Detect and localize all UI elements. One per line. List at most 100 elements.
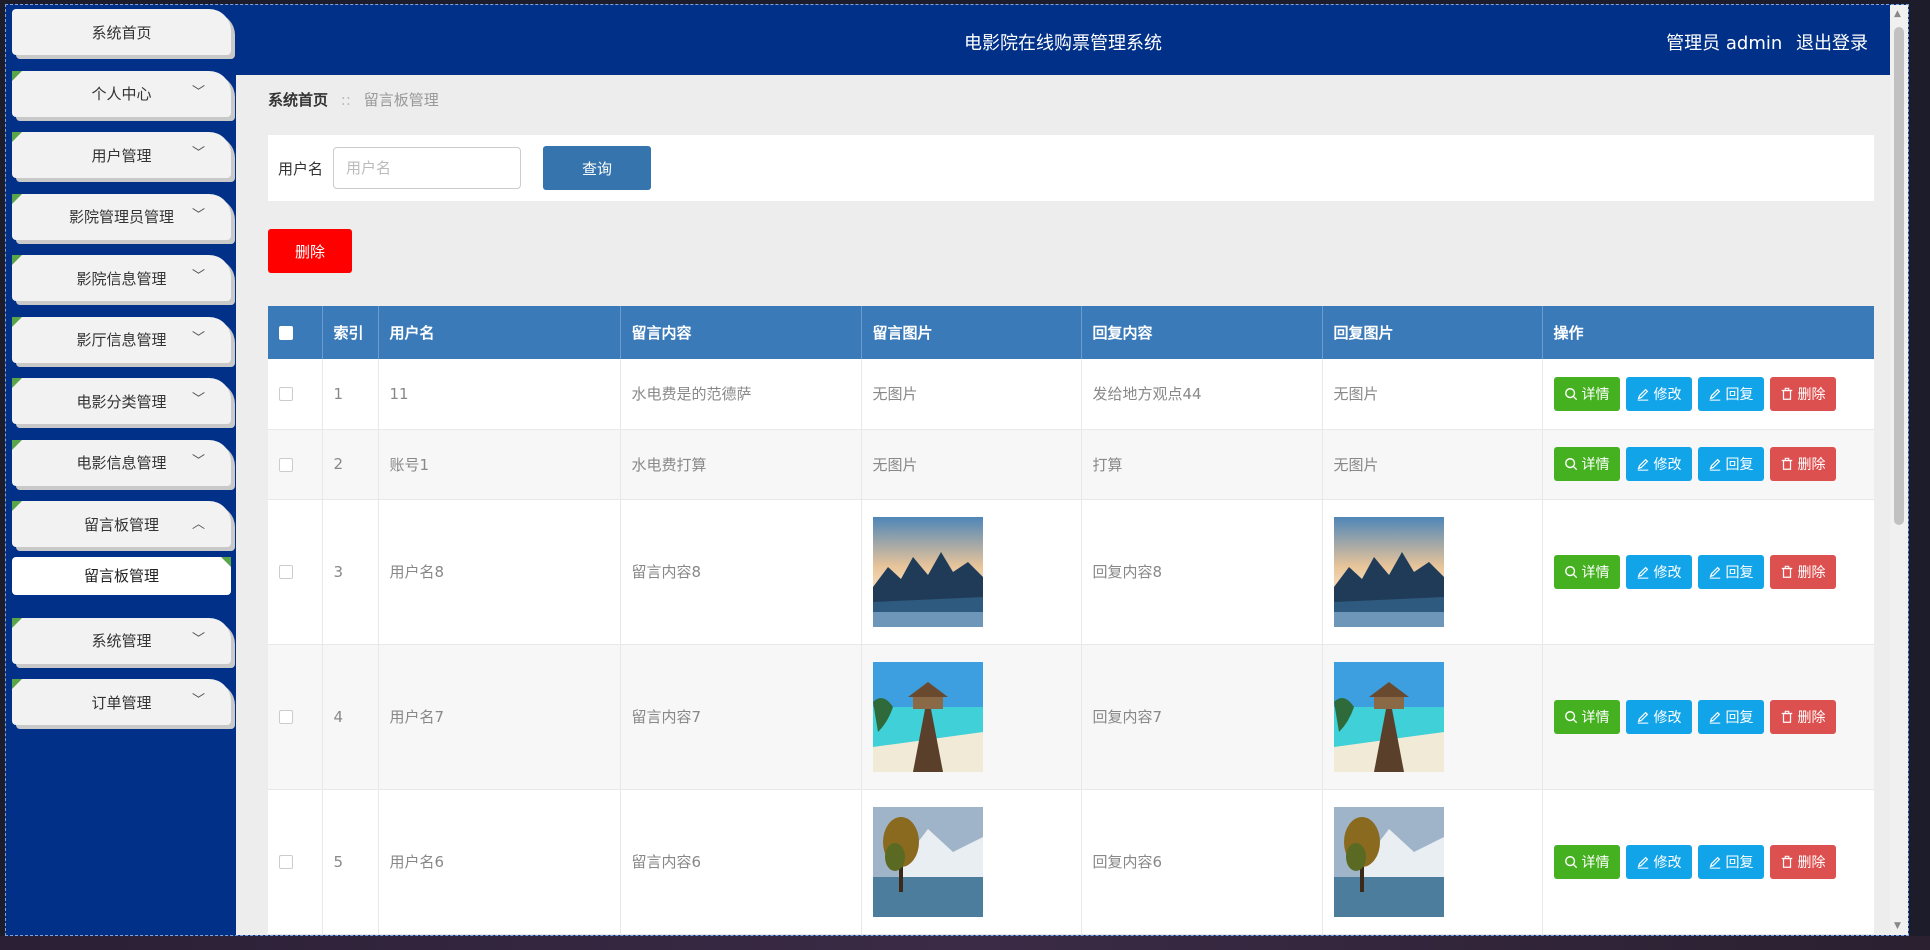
reply-button[interactable]: 回复 [1697, 554, 1764, 589]
row-select-cell [268, 429, 323, 500]
cell-actions: 详情 修改 回复 删除 [1542, 789, 1874, 935]
edit-button[interactable]: 修改 [1625, 376, 1692, 411]
sidebar-item-orders[interactable]: 订单管理 ﹀ [12, 679, 231, 725]
lake-tree-image[interactable] [1333, 806, 1444, 917]
cell-reply: 回复内容6 [1081, 789, 1323, 935]
logout-link[interactable]: 退出登录 [1796, 33, 1868, 54]
scroll-down-arrow-icon[interactable]: ▼ [1894, 921, 1901, 931]
cell-image: 无图片 [861, 429, 1082, 500]
edit-button[interactable]: 修改 [1625, 447, 1692, 481]
reply-button[interactable]: 回复 [1697, 447, 1764, 481]
row-select-cell [268, 644, 323, 790]
cell-index: 2 [322, 429, 379, 500]
select-all-checkbox[interactable] [279, 326, 293, 340]
col-header-image: 留言图片 [861, 306, 1082, 359]
cell-reply-image [1322, 644, 1543, 790]
cell-content: 水电费打算 [620, 429, 862, 500]
delete-button[interactable]: 删除 [1769, 376, 1836, 411]
user-label: 管理员 admin [1666, 33, 1783, 54]
table-row: 5 用户名6 留言内容6 回复内容6 详情 修改 回复 删除 [268, 789, 1874, 935]
sidebar-subitem-messages[interactable]: 留言板管理 [12, 556, 231, 595]
os-taskbar [0, 936, 1930, 950]
reply-button[interactable]: 回复 [1697, 844, 1764, 879]
app-frame: 系统首页 个人中心 ﹀ 用户管理 ﹀ 影院管理员管理 ﹀ 影院信息管理 ﹀ 影厅… [5, 4, 1909, 936]
beach-pier-image[interactable] [1333, 661, 1444, 772]
search-panel: 用户名 查询 [268, 135, 1874, 201]
detail-button[interactable]: 详情 [1553, 376, 1620, 411]
row-checkbox[interactable] [279, 565, 293, 579]
sidebar-item-movie-category[interactable]: 电影分类管理 ﹀ [12, 378, 231, 424]
col-header-reply: 回复内容 [1081, 306, 1323, 359]
row-select-cell [268, 499, 323, 645]
cell-image [861, 499, 1082, 645]
batch-delete-button[interactable]: 删除 [268, 229, 352, 273]
row-checkbox[interactable] [279, 855, 293, 869]
sidebar-item-profile[interactable]: 个人中心 ﹀ [12, 70, 231, 117]
cell-index: 5 [322, 789, 379, 935]
lake-tree-image[interactable] [872, 806, 983, 917]
row-checkbox[interactable] [279, 457, 293, 472]
cell-content: 留言内容7 [620, 644, 862, 790]
sidebar-item-label: 电影分类管理 [76, 392, 167, 411]
trash-icon [1781, 855, 1792, 868]
cell-content: 水电费是的范德萨 [620, 359, 862, 430]
sidebar: 系统首页 个人中心 ﹀ 用户管理 ﹀ 影院管理员管理 ﹀ 影院信息管理 ﹀ 影厅… [6, 5, 236, 935]
breadcrumb-home[interactable]: 系统首页 [268, 91, 328, 109]
cell-reply-image [1322, 499, 1543, 645]
reply-button[interactable]: 回复 [1697, 376, 1764, 411]
vertical-scrollbar[interactable]: ▲ ▼ [1890, 5, 1908, 935]
query-button[interactable]: 查询 [543, 146, 652, 190]
cell-username: 用户名8 [378, 499, 621, 645]
beach-pier-image[interactable] [872, 661, 983, 772]
sidebar-item-system[interactable]: 系统管理 ﹀ [12, 617, 231, 664]
breadcrumb: 系统首页 :: 留言板管理 [268, 89, 439, 110]
row-checkbox[interactable] [279, 387, 293, 402]
search-icon [1564, 855, 1577, 868]
edit-button[interactable]: 修改 [1625, 844, 1692, 879]
username-search-input[interactable] [333, 147, 522, 189]
trash-icon [1781, 457, 1792, 470]
scrollbar-thumb[interactable] [1894, 27, 1904, 525]
table-header-row: 索引 用户名 留言内容 留言图片 回复内容 回复图片 操作 [268, 306, 1874, 359]
cell-reply-image: 无图片 [1322, 359, 1543, 430]
sidebar-item-cinema-admins[interactable]: 影院管理员管理 ﹀ [12, 193, 231, 240]
pencil-icon [1637, 856, 1648, 869]
sidebar-item-home[interactable]: 系统首页 [12, 9, 231, 55]
cell-actions: 详情 修改 回复 删除 [1542, 499, 1874, 645]
cell-index: 4 [322, 644, 379, 790]
cell-actions: 详情 修改 回复 删除 [1542, 644, 1874, 790]
pencil-icon [1709, 388, 1720, 401]
corner-marker [12, 316, 22, 327]
chevron-up-icon: ︿ [191, 517, 205, 532]
cell-reply-image [1322, 789, 1543, 935]
scroll-up-arrow-icon[interactable]: ▲ [1894, 9, 1901, 19]
row-checkbox[interactable] [279, 710, 293, 724]
sidebar-item-messages[interactable]: 留言板管理 ︿ [12, 501, 231, 547]
delete-button[interactable]: 删除 [1769, 554, 1836, 589]
table-row: 2 账号1 水电费打算 无图片 打算 无图片 详情 修改 回复 删除 [268, 429, 1874, 500]
pencil-icon [1637, 566, 1648, 579]
mountain-sunset-image[interactable] [1333, 516, 1444, 627]
detail-button[interactable]: 详情 [1553, 447, 1620, 481]
delete-button[interactable]: 删除 [1769, 447, 1836, 481]
search-icon [1564, 565, 1577, 578]
chevron-down-icon: ﹀ [191, 269, 205, 284]
sidebar-item-label: 订单管理 [91, 693, 152, 712]
sidebar-item-cinema-info[interactable]: 影院信息管理 ﹀ [12, 255, 231, 301]
edit-button[interactable]: 修改 [1625, 699, 1692, 734]
mountain-sunset-image[interactable] [872, 516, 983, 627]
delete-button[interactable]: 删除 [1769, 699, 1836, 734]
select-all-header [268, 306, 323, 359]
corner-marker [221, 556, 231, 567]
detail-button[interactable]: 详情 [1553, 554, 1620, 589]
sidebar-item-movie-info[interactable]: 电影信息管理 ﹀ [12, 439, 231, 486]
trash-icon [1781, 710, 1792, 723]
detail-button[interactable]: 详情 [1553, 699, 1620, 734]
sidebar-item-hall-info[interactable]: 影厅信息管理 ﹀ [12, 316, 231, 363]
cell-content: 留言内容8 [620, 499, 862, 645]
reply-button[interactable]: 回复 [1697, 699, 1764, 734]
delete-button[interactable]: 删除 [1769, 844, 1836, 879]
sidebar-item-users[interactable]: 用户管理 ﹀ [12, 132, 231, 178]
edit-button[interactable]: 修改 [1625, 554, 1692, 589]
detail-button[interactable]: 详情 [1553, 844, 1620, 879]
